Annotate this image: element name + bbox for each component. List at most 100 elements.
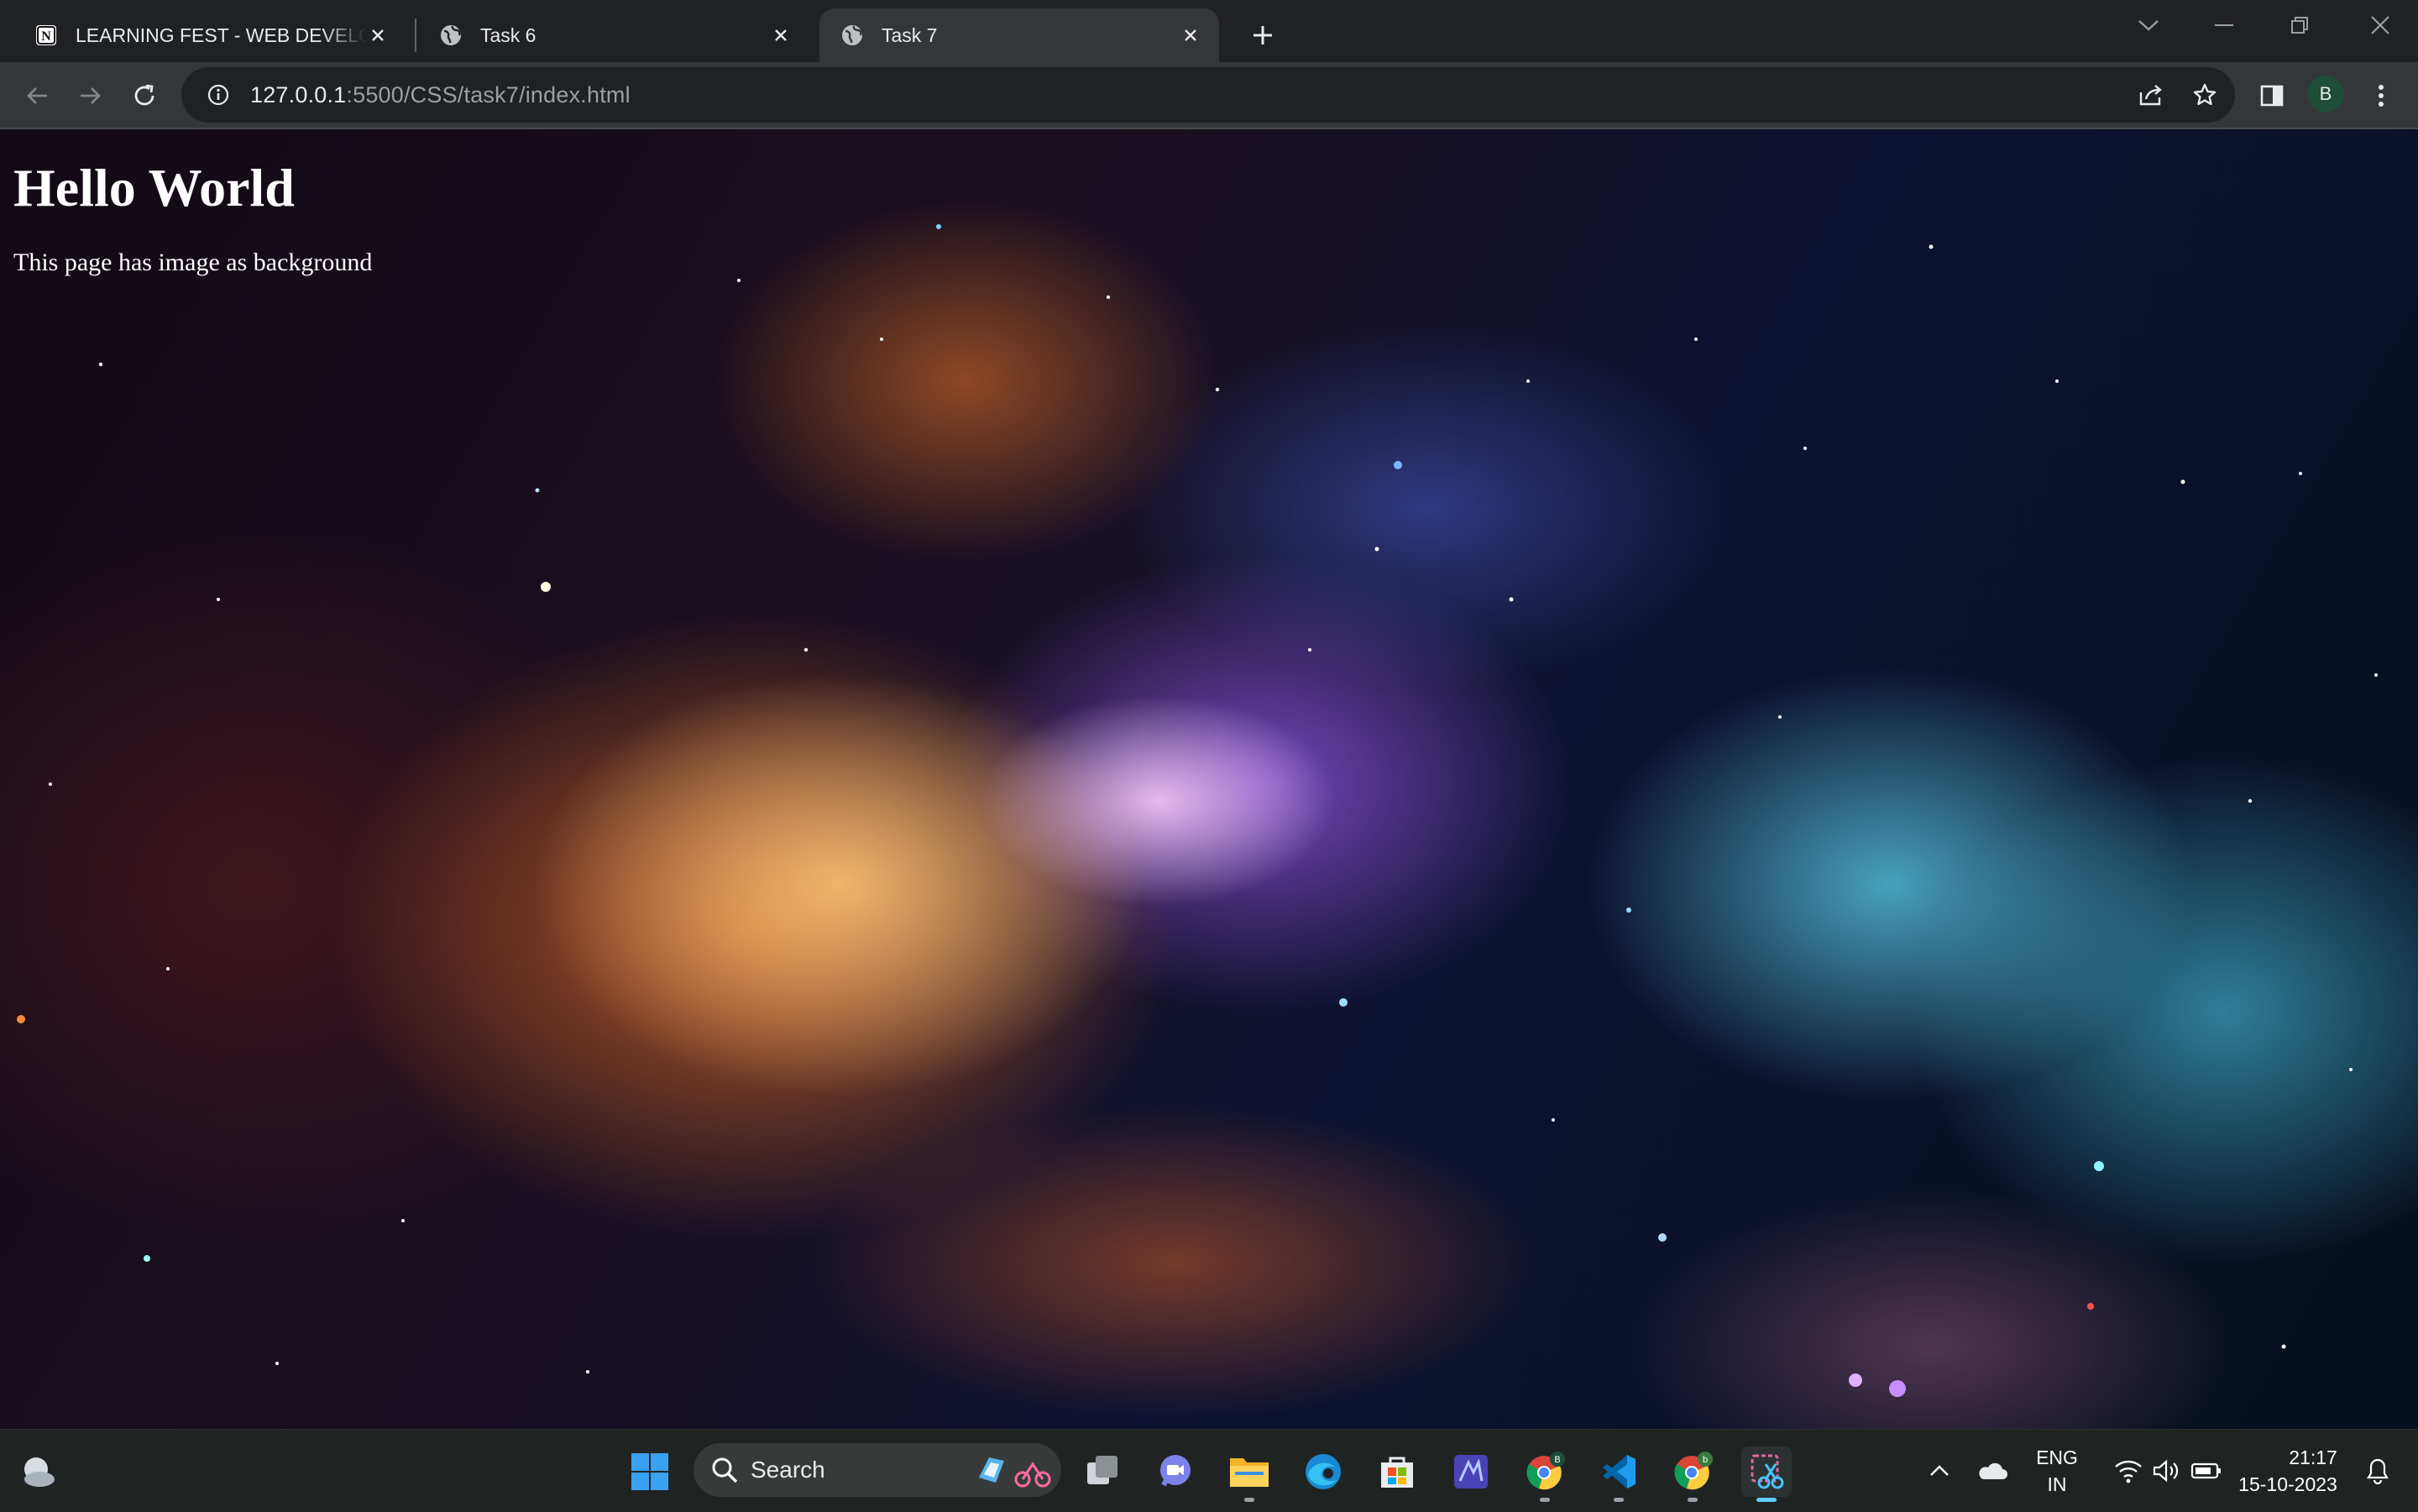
tab-title: Task 6 (480, 24, 536, 46)
close-icon[interactable] (769, 24, 793, 47)
side-panel-button[interactable] (2250, 74, 2294, 118)
language-indicator[interactable]: ENG IN (2027, 1430, 2087, 1512)
microsoft-store-button[interactable] (1372, 1447, 1422, 1497)
share-icon[interactable] (2131, 75, 2171, 115)
svg-text:B: B (1554, 1455, 1560, 1465)
reload-icon (134, 84, 154, 106)
address-bar[interactable]: 127.0.0.1:5500/CSS/task7/index.html (181, 67, 2235, 123)
file-explorer-button[interactable] (1224, 1447, 1274, 1502)
tab-strip: N LEARNING FEST - WEB DEVELOPER Task 6 T… (0, 0, 2418, 62)
browser-menu-button[interactable] (2359, 74, 2403, 118)
battery-icon (2190, 1462, 2221, 1479)
onedrive-button[interactable] (1973, 1430, 2012, 1512)
side-panel-icon (2260, 85, 2284, 107)
url-text[interactable]: 127.0.0.1:5500/CSS/task7/index.html (250, 82, 631, 108)
wifi-icon (2115, 1460, 2142, 1483)
bookmark-star-icon[interactable] (2185, 75, 2225, 115)
chevron-down-icon (2138, 20, 2159, 31)
page-viewport: Hello World This page has image as backg… (0, 129, 2418, 1429)
close-icon[interactable] (366, 24, 390, 47)
running-indicator (1244, 1498, 1254, 1502)
close-window-button[interactable] (2342, 0, 2418, 50)
svg-text:N: N (41, 29, 51, 44)
running-indicator (1688, 1498, 1698, 1502)
back-button[interactable] (15, 74, 59, 118)
running-indicator (1756, 1498, 1777, 1502)
task-view-icon (1087, 1456, 1117, 1484)
chrome-profile-b-button[interactable]: B (1520, 1447, 1570, 1502)
snipping-tool-button[interactable] (1741, 1447, 1792, 1502)
show-hidden-icons-button[interactable] (1923, 1430, 1956, 1512)
store-bag-icon (1381, 1457, 1413, 1488)
minimize-icon (2215, 24, 2233, 26)
info-icon[interactable] (193, 84, 243, 106)
more-vertical-icon (2379, 85, 2384, 107)
search-label: Search (751, 1457, 825, 1483)
svg-text:b: b (1703, 1455, 1708, 1465)
folder-icon (1230, 1458, 1269, 1487)
clock[interactable]: 21:17 15-10-2023 (2233, 1430, 2342, 1512)
globe-icon (438, 23, 463, 48)
tab-task-7[interactable]: Task 7 (819, 8, 1219, 62)
close-icon[interactable] (1179, 24, 1202, 47)
url-path: :5500/CSS/task7/index.html (346, 81, 631, 107)
reload-button[interactable] (123, 74, 166, 118)
clock-date: 15-10-2023 (2238, 1473, 2337, 1495)
windows-taskbar: Search B b ENG IN 21:17 15-10-2023 (0, 1429, 2418, 1511)
nebula-background (17, 224, 2378, 1397)
page-paragraph: This page has image as background (13, 249, 373, 276)
start-button[interactable] (625, 1447, 675, 1497)
tab-separator (415, 18, 416, 52)
page-content: Hello World This page has image as backg… (0, 129, 385, 277)
task-view-button[interactable] (1078, 1447, 1128, 1497)
tab-learning-fest[interactable]: N LEARNING FEST - WEB DEVELOPER (13, 8, 406, 62)
globe-icon (840, 23, 865, 48)
url-host: 127.0.0.1 (250, 81, 347, 107)
edge-button[interactable] (1298, 1447, 1348, 1497)
bell-icon (2367, 1458, 2389, 1484)
volume-icon (2153, 1459, 2179, 1483)
notifications-button[interactable] (2354, 1430, 2401, 1512)
tab-title: LEARNING FEST - WEB DEVELOPER (76, 24, 366, 46)
cloud-icon (1979, 1462, 2007, 1479)
weather-widget[interactable] (12, 1447, 62, 1497)
vscode-button[interactable] (1594, 1447, 1644, 1502)
language-region: IN (2047, 1473, 2067, 1495)
windows-logo-icon (631, 1453, 668, 1490)
teams-chat-button[interactable] (1150, 1447, 1201, 1497)
arrow-left-icon (27, 87, 47, 104)
vscode-icon (1603, 1455, 1636, 1488)
tab-task-6[interactable]: Task 6 (418, 8, 809, 62)
running-indicator (1540, 1498, 1550, 1502)
clock-time: 21:17 (2289, 1447, 2337, 1468)
chevron-up-icon (1930, 1465, 1949, 1476)
search-highlight-icon (979, 1457, 1051, 1488)
notion-icon: N (34, 23, 59, 48)
close-icon (2371, 16, 2389, 34)
chrome-icon: b (1674, 1452, 1713, 1490)
restore-icon (2291, 17, 2308, 34)
restore-button[interactable] (2262, 0, 2337, 50)
running-indicator (1614, 1498, 1624, 1502)
weather-moon-cloud-icon (24, 1457, 55, 1487)
snipping-tool-icon (1751, 1454, 1784, 1489)
teams-chat-icon (1160, 1455, 1191, 1487)
browser-toolbar: 127.0.0.1:5500/CSS/task7/index.html B (0, 62, 2418, 129)
taskbar-search[interactable]: Search (693, 1443, 1061, 1497)
tab-title: Task 7 (882, 24, 938, 46)
minimize-button[interactable] (2186, 0, 2262, 50)
plus-icon (1253, 26, 1272, 44)
edge-icon (1306, 1454, 1341, 1489)
quick-settings-button[interactable] (2101, 1430, 2235, 1512)
chrome-button[interactable]: b (1667, 1447, 1718, 1502)
forward-button[interactable] (69, 74, 113, 118)
visual-studio-icon (1454, 1455, 1488, 1488)
profile-avatar[interactable]: B (2307, 76, 2344, 112)
visual-studio-button[interactable] (1446, 1447, 1496, 1497)
new-tab-button[interactable] (1239, 12, 1286, 59)
arrow-right-icon (81, 87, 101, 104)
page-heading: Hello World (13, 158, 295, 217)
chrome-icon: B (1526, 1452, 1565, 1490)
language-code: ENG (2036, 1447, 2078, 1468)
tab-search-button[interactable] (2111, 0, 2186, 50)
